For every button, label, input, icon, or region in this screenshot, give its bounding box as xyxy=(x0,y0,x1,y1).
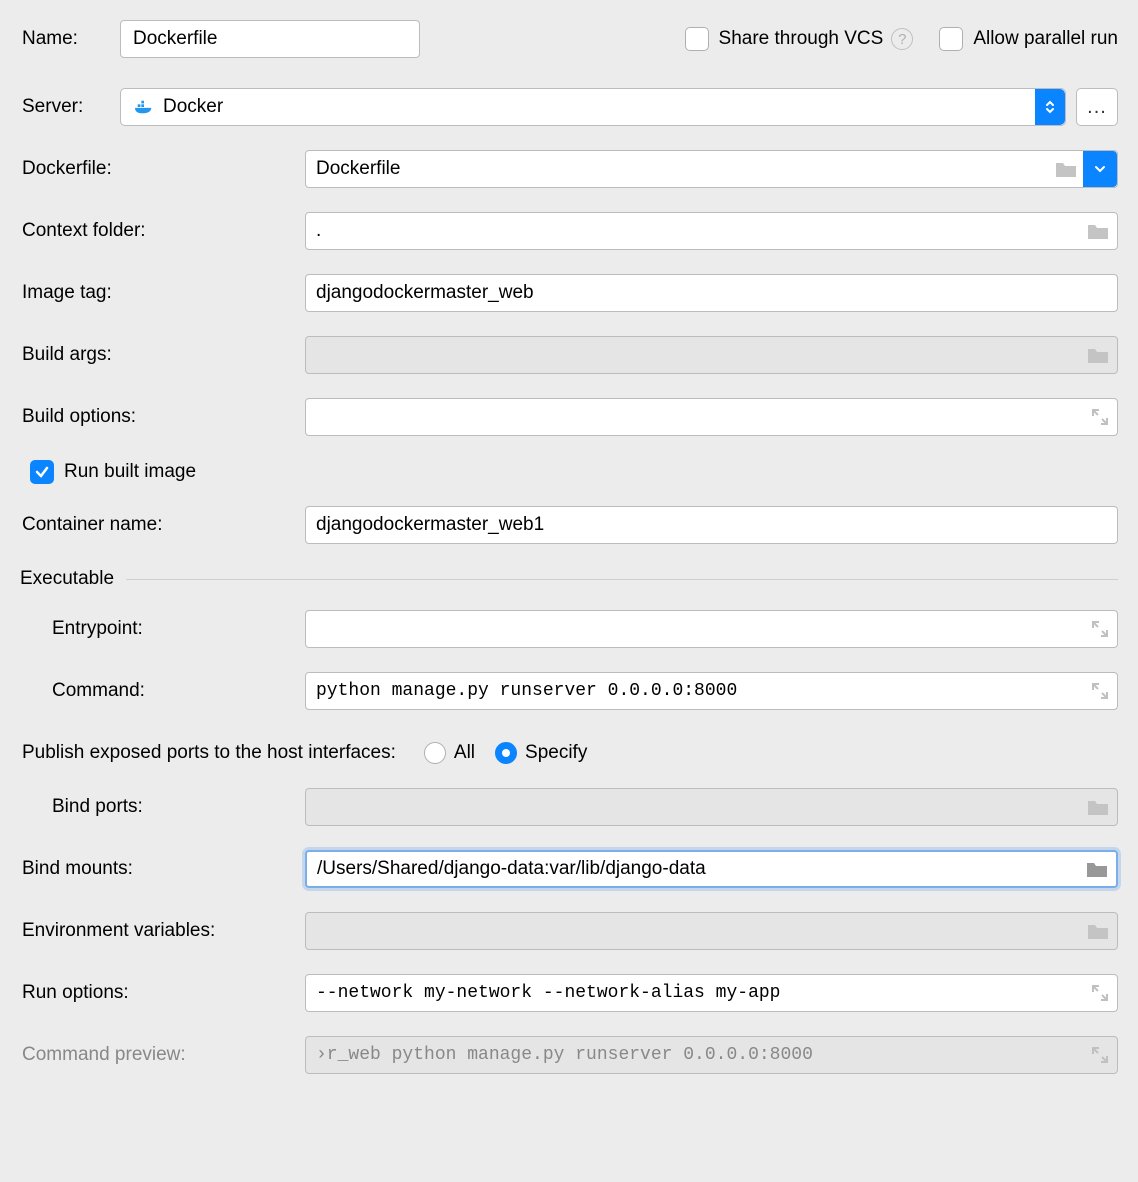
server-label: Server: xyxy=(20,96,120,118)
run-options-label: Run options: xyxy=(20,982,305,1004)
context-folder-value: . xyxy=(316,220,321,242)
ports-all-radio[interactable] xyxy=(424,742,446,764)
ports-all-label: All xyxy=(454,742,475,764)
expand-icon[interactable] xyxy=(1091,408,1109,426)
run-built-image-checkbox[interactable] xyxy=(30,460,54,484)
container-name-label: Container name: xyxy=(20,514,305,536)
dockerfile-dropdown-icon[interactable] xyxy=(1083,151,1117,187)
folder-icon[interactable] xyxy=(1055,160,1077,178)
image-tag-input[interactable]: djangodockermaster_web xyxy=(305,274,1118,312)
container-name-value: djangodockermaster_web1 xyxy=(316,514,544,536)
share-vcs-label: Share through VCS xyxy=(719,28,884,50)
command-preview-value: ›r_web python manage.py runserver 0.0.0.… xyxy=(316,1045,813,1065)
publish-ports-label: Publish exposed ports to the host interf… xyxy=(20,742,396,764)
env-vars-input[interactable] xyxy=(305,912,1118,950)
help-icon[interactable]: ? xyxy=(891,28,913,50)
allow-parallel-label: Allow parallel run xyxy=(973,28,1118,50)
bind-mounts-input[interactable]: /Users/Shared/django-data:var/lib/django… xyxy=(305,850,1118,888)
name-value: Dockerfile xyxy=(133,28,217,50)
folder-icon[interactable] xyxy=(1086,860,1108,878)
dockerfile-label: Dockerfile: xyxy=(20,158,305,180)
run-options-value: --network my-network --network-alias my-… xyxy=(316,983,780,1003)
command-preview-label: Command preview: xyxy=(20,1044,305,1066)
env-vars-label: Environment variables: xyxy=(20,920,305,942)
context-folder-input[interactable]: . xyxy=(305,212,1118,250)
server-dropdown-icon[interactable] xyxy=(1035,89,1065,125)
folder-icon[interactable] xyxy=(1087,798,1109,816)
run-built-image-label: Run built image xyxy=(64,461,196,483)
server-value: Docker xyxy=(163,96,223,118)
build-options-input[interactable] xyxy=(305,398,1118,436)
dockerfile-input[interactable]: Dockerfile xyxy=(305,150,1118,188)
build-options-label: Build options: xyxy=(20,406,305,428)
expand-icon[interactable] xyxy=(1091,620,1109,638)
dockerfile-value: Dockerfile xyxy=(316,158,400,180)
ports-specify-radio[interactable] xyxy=(495,742,517,764)
folder-icon[interactable] xyxy=(1087,346,1109,364)
folder-icon[interactable] xyxy=(1087,922,1109,940)
bind-mounts-label: Bind mounts: xyxy=(20,858,305,880)
command-input[interactable]: python manage.py runserver 0.0.0.0:8000 xyxy=(305,672,1118,710)
bind-ports-input[interactable] xyxy=(305,788,1118,826)
run-options-input[interactable]: --network my-network --network-alias my-… xyxy=(305,974,1118,1012)
docker-icon xyxy=(133,98,155,116)
share-vcs-checkbox[interactable] xyxy=(685,27,709,51)
server-select[interactable]: Docker xyxy=(120,88,1066,126)
expand-icon[interactable] xyxy=(1091,984,1109,1002)
folder-icon[interactable] xyxy=(1087,222,1109,240)
image-tag-label: Image tag: xyxy=(20,282,305,304)
entrypoint-input[interactable] xyxy=(305,610,1118,648)
name-label: Name: xyxy=(20,28,120,50)
name-input[interactable]: Dockerfile xyxy=(120,20,420,58)
server-browse-button[interactable]: ... xyxy=(1076,88,1118,126)
command-label: Command: xyxy=(20,680,305,702)
entrypoint-label: Entrypoint: xyxy=(20,618,305,640)
container-name-input[interactable]: djangodockermaster_web1 xyxy=(305,506,1118,544)
bind-mounts-value: /Users/Shared/django-data:var/lib/django… xyxy=(317,858,706,880)
allow-parallel-checkbox[interactable] xyxy=(939,27,963,51)
context-folder-label: Context folder: xyxy=(20,220,305,242)
command-preview-input: ›r_web python manage.py runserver 0.0.0.… xyxy=(305,1036,1118,1074)
expand-icon[interactable] xyxy=(1091,1046,1109,1064)
ports-specify-label: Specify xyxy=(525,742,587,764)
build-args-input[interactable] xyxy=(305,336,1118,374)
command-value: python manage.py runserver 0.0.0.0:8000 xyxy=(316,681,737,701)
expand-icon[interactable] xyxy=(1091,682,1109,700)
image-tag-value: djangodockermaster_web xyxy=(316,282,534,304)
divider xyxy=(126,579,1118,580)
executable-section-label: Executable xyxy=(20,568,114,590)
build-args-label: Build args: xyxy=(20,344,305,366)
bind-ports-label: Bind ports: xyxy=(20,796,305,818)
